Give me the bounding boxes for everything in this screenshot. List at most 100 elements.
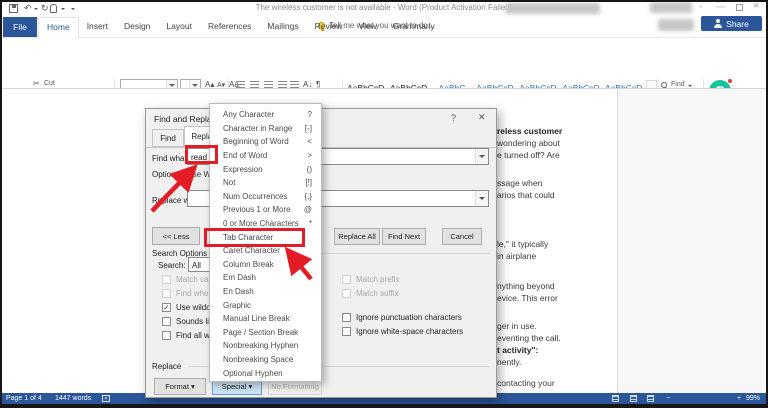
find-button[interactable]: Find (671, 81, 685, 88)
checkbox-match-suffix: Match suffix (342, 286, 463, 300)
menu-item-manual-line-break[interactable]: Manual Line Break (210, 312, 321, 326)
notification-badge (727, 78, 733, 84)
format-button[interactable]: Format ▾ (154, 378, 206, 395)
web-layout-icon[interactable] (647, 395, 654, 402)
menu-item-end-of-word[interactable]: End of Word > (210, 149, 321, 163)
replace-all-button[interactable]: Replace All (334, 228, 380, 245)
less-button[interactable]: << Less (152, 227, 200, 245)
unchecked-checkbox-icon[interactable] (342, 326, 351, 336)
share-button[interactable]: Share (701, 16, 762, 31)
menu-item-label: Optional Hyphen (223, 368, 283, 378)
chevron-down-icon[interactable] (475, 149, 488, 164)
checkbox-ignore-white-space-characters[interactable]: Ignore white-space characters (342, 324, 463, 338)
ribbon-tab-grammarly[interactable]: Grammarly (385, 17, 443, 37)
menu-item-expression[interactable]: Expression () (210, 162, 321, 176)
menu-item-nonbreaking-hyphen[interactable]: Nonbreaking Hyphen (210, 339, 321, 353)
menu-item-not[interactable]: Not [!] (210, 176, 321, 190)
zoom-level[interactable]: 99% (746, 393, 760, 404)
tab-find[interactable]: Find (152, 129, 184, 147)
options-label: Options: (152, 170, 182, 179)
document-text-line: wondering about (497, 138, 560, 148)
checkbox-match-prefix: Match prefix (342, 272, 463, 286)
proofing-error-icon[interactable]: ✕ (102, 395, 110, 402)
menu-item-label: Manual Line Break (223, 314, 290, 324)
menu-item-page-section-break[interactable]: Page / Section Break (210, 326, 321, 340)
menu-item-label: Graphic (223, 300, 252, 310)
checked-checkbox-icon[interactable]: ✓ (162, 302, 171, 312)
menu-item-label: Page / Section Break (223, 327, 299, 337)
blurred-account-block (650, 2, 692, 13)
word-window: ↶ ↻ The wireless customer is not availab… (0, 0, 768, 408)
menu-item-label: Beginning of Word (223, 137, 289, 147)
ribbon-tab-review[interactable]: Review (307, 17, 351, 37)
menu-item-column-break[interactable]: Column Break (210, 258, 321, 272)
checkbox-label: Ignore white-space characters (356, 326, 464, 336)
dialog-close-icon[interactable]: ✕ (478, 112, 486, 123)
document-text-line: eventing the call. (497, 333, 561, 343)
checkbox-ignore-punctuation-characters[interactable]: Ignore punctuation characters (342, 310, 463, 324)
chevron-down-icon[interactable] (475, 191, 488, 206)
menu-item-any-character[interactable]: Any Character? (210, 108, 321, 122)
ribbon-tab-insert[interactable]: Insert (79, 17, 116, 37)
menu-item-character-in-range[interactable]: Character in Range [-] (210, 122, 321, 136)
title-bar: ↶ ↻ The wireless customer is not availab… (0, 0, 768, 17)
menu-item-code: [!] (305, 178, 312, 188)
find-next-button[interactable]: Find Next (382, 228, 426, 245)
print-layout-icon[interactable] (630, 395, 637, 402)
document-text-line: e turned off? Are (497, 150, 560, 160)
menu-item-graphic[interactable]: Graphic (210, 298, 321, 312)
close-icon[interactable]: × (753, 0, 759, 12)
minimize-icon[interactable]: — (716, 1, 725, 11)
menu-item-previous-1-or-more[interactable]: Previous 1 or More @ (210, 203, 321, 217)
ribbon-tab-mailings[interactable]: Mailings (259, 17, 306, 37)
document-text-line: nently. (497, 357, 522, 367)
menu-item-nonbreaking-space[interactable]: Nonbreaking Space (210, 353, 321, 367)
menu-item-label: Previous 1 or More (223, 205, 291, 215)
menu-item-label: Expression (223, 164, 263, 174)
ribbon-tab-layout[interactable]: Layout (158, 17, 200, 37)
unchecked-checkbox-icon[interactable] (342, 312, 351, 322)
menu-item-optional-hyphen[interactable]: Optional Hyphen (210, 366, 321, 380)
menu-item-label: Num Occurrences (223, 191, 288, 201)
help-icon[interactable]: ? (451, 113, 456, 123)
read-mode-icon[interactable] (612, 395, 619, 402)
menu-item-code: @ (303, 205, 312, 215)
ribbon-tab-home[interactable]: Home (38, 17, 79, 38)
ribbon-display-options-icon[interactable]: ▫ (699, 1, 702, 11)
menu-item-num-occurrences[interactable]: Num Occurrences {,} (210, 190, 321, 204)
zoom-out-icon[interactable]: − (666, 393, 670, 404)
share-label: Share (726, 18, 749, 29)
page-indicator[interactable]: Page 1 of 4 (6, 393, 42, 404)
cancel-button[interactable]: Cancel (442, 228, 482, 245)
search-options-right-checkboxes: Match prefix Match suffix Ignore punctuati… (342, 272, 463, 338)
word-count[interactable]: 1447 words (55, 393, 91, 404)
zoom-in-icon[interactable]: + (737, 393, 741, 404)
ribbon-tab-view[interactable]: View (350, 17, 384, 37)
cut-button[interactable]: Cut (44, 80, 55, 87)
person-icon (714, 19, 723, 28)
document-text-line: ger in use. (497, 321, 537, 331)
ribbon-tab-design[interactable]: Design (116, 17, 158, 37)
menu-item-en-dash[interactable]: En Dash (210, 285, 321, 299)
unchecked-checkbox-icon (342, 274, 351, 284)
document-text-line: reless customer (497, 126, 563, 136)
cut-icon[interactable]: ✂ (33, 79, 40, 88)
menu-item-label: Not (223, 178, 236, 188)
maximize-icon[interactable] (736, 4, 743, 11)
menu-item-code: () (306, 164, 312, 174)
ribbon-tab-references[interactable]: References (200, 17, 259, 37)
menu-item-label: Character in Range (223, 123, 293, 133)
document-text: reless customer wondering about e turned o… (497, 89, 617, 393)
document-text-line: arios that could (497, 190, 555, 200)
search-label: Search: (158, 261, 186, 270)
menu-item-em-dash[interactable]: Em Dash (210, 271, 321, 285)
document-text-line: le," it typically (497, 239, 549, 249)
menu-item-beginning-of-word[interactable]: Beginning of Word < (210, 135, 321, 149)
menu-item-code: {,} (304, 191, 312, 201)
ribbon-tab-file[interactable]: File (3, 17, 37, 37)
menu-item-code: * (308, 219, 312, 229)
menu-item-label: Any Character (223, 110, 275, 120)
unchecked-checkbox-icon[interactable] (162, 330, 171, 340)
unchecked-checkbox-icon[interactable] (162, 316, 171, 326)
menu-item-code: > (307, 151, 312, 161)
